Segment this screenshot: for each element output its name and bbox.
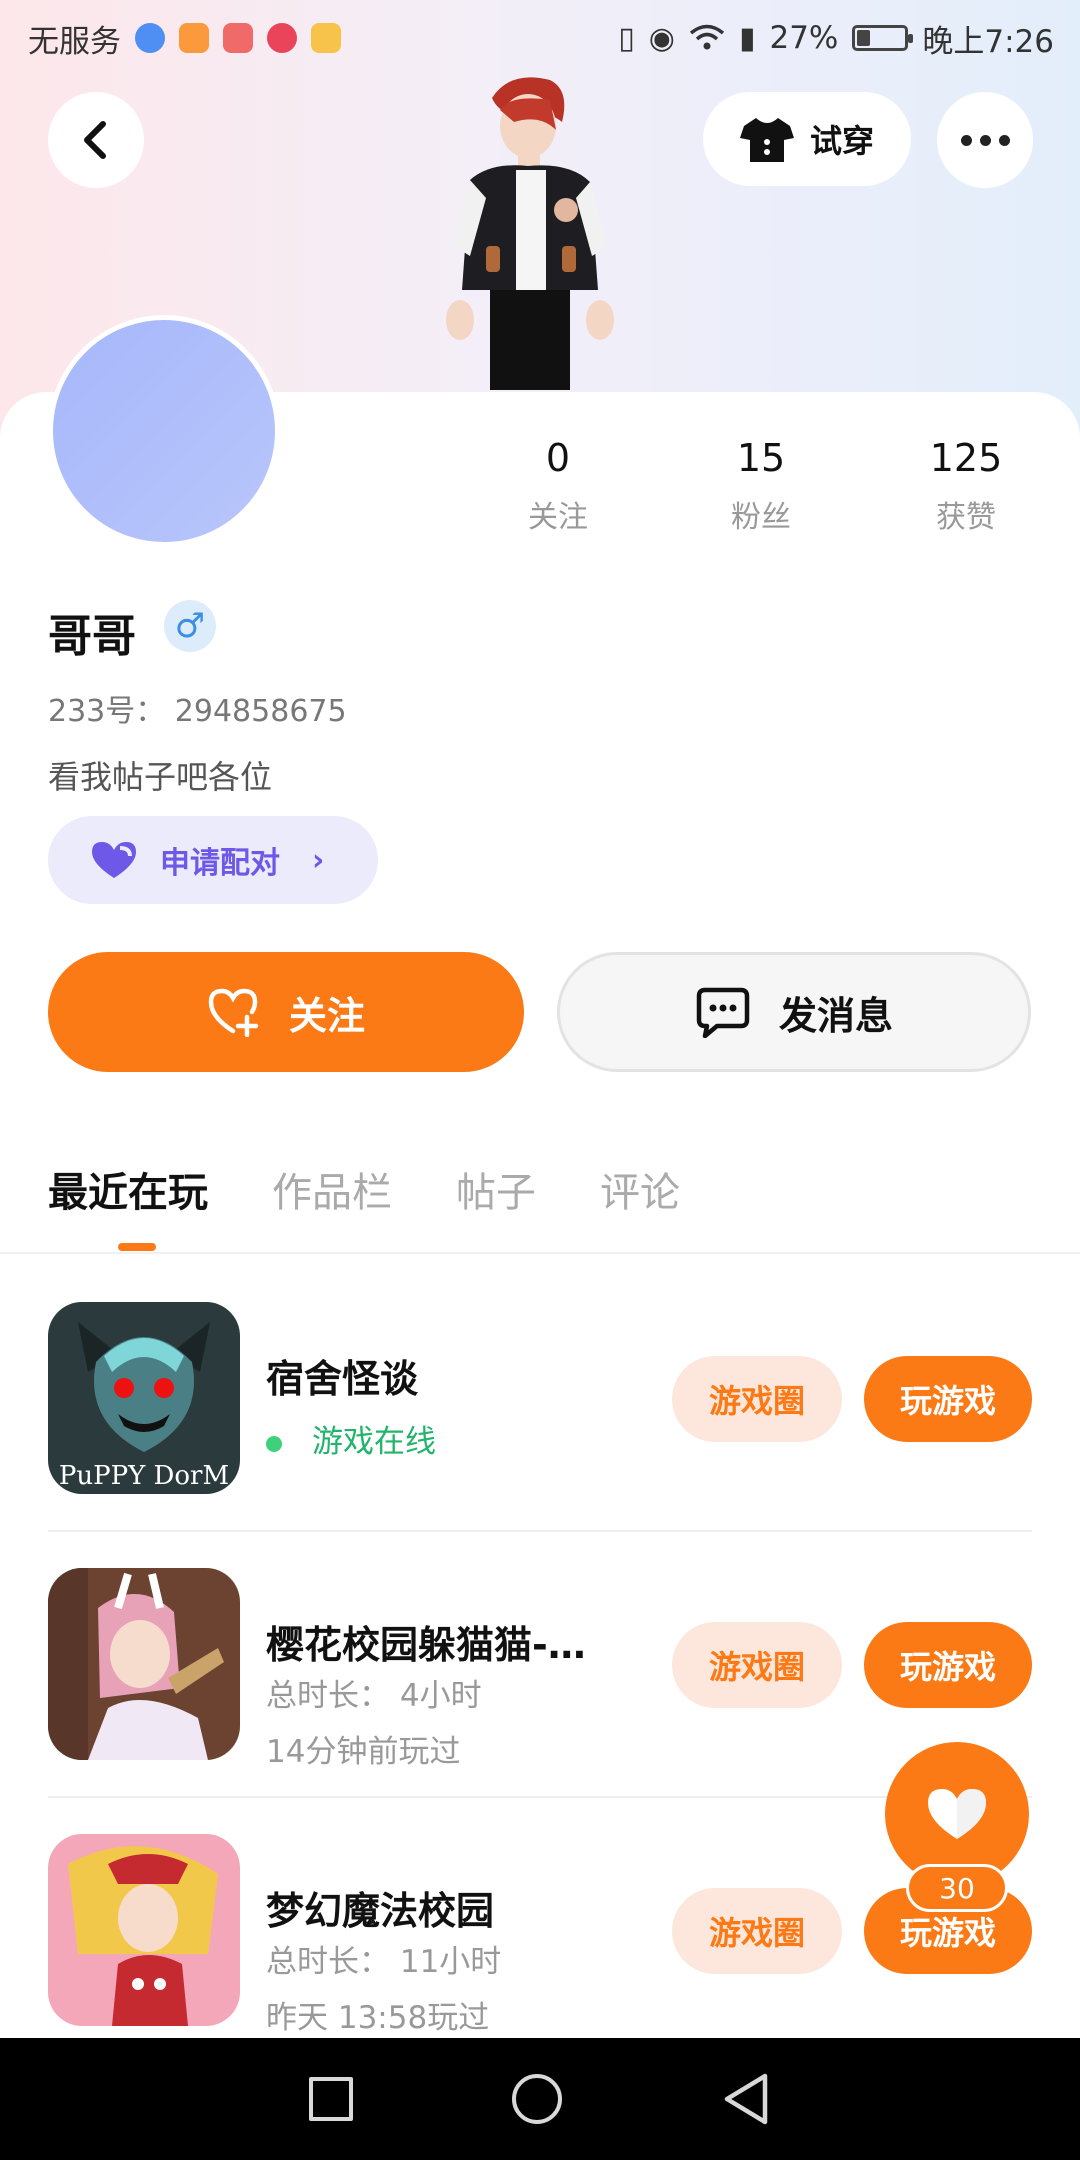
browser-app-icon <box>135 23 165 53</box>
profile-tabs: 最近在玩 作品栏 帖子 评论 <box>48 1160 680 1220</box>
fans-label: 粉丝 <box>731 500 791 535</box>
chat-bubble-icon <box>696 987 750 1038</box>
back-button[interactable] <box>48 92 144 188</box>
tab-works[interactable]: 作品栏 <box>272 1160 392 1220</box>
game-icon-magic-school[interactable] <box>48 1834 240 2026</box>
list-divider <box>48 1796 1032 1798</box>
music-app-icon <box>267 23 297 53</box>
likes-count: 125 <box>929 436 1003 480</box>
tshirt-icon <box>739 118 794 162</box>
wifi-icon <box>689 24 725 50</box>
back-triangle-icon[interactable] <box>721 2072 771 2126</box>
clock: 晚上7:26 <box>922 23 1054 60</box>
heart-icon <box>928 1789 986 1839</box>
tab-recently-played[interactable]: 最近在玩 <box>48 1160 208 1220</box>
game-list-item[interactable]: 樱花校园躲猫猫-… 总时长： 4小时 14分钟前玩过 游戏圈 玩游戏 <box>48 1568 1032 1834</box>
battery-percent: 27% <box>769 20 839 56</box>
game-last-played: 昨天 13:58玩过 <box>266 2000 490 2036</box>
game-circle-button[interactable]: 游戏圈 <box>672 1888 842 1974</box>
stat-fans[interactable]: 15 粉丝 <box>681 432 841 536</box>
game-icon-text: PuPPY DorM <box>59 1461 229 1491</box>
follow-label: 关注 <box>288 993 365 1038</box>
game-last-played: 14分钟前玩过 <box>266 1734 461 1770</box>
stat-likes[interactable]: 125 获赞 <box>886 432 1046 536</box>
play-game-button[interactable]: 玩游戏 <box>864 1356 1032 1442</box>
magic-school-cover <box>48 1834 240 2026</box>
game-duration: 总时长： 11小时 <box>266 1944 502 1980</box>
try-on-button[interactable]: 试穿 <box>703 92 911 186</box>
game-icon-sakura-school[interactable] <box>48 1568 240 1760</box>
game-title: 樱花校园躲猫猫-… <box>266 1623 586 1667</box>
avatar[interactable] <box>48 315 280 547</box>
video-app-icon <box>179 23 209 53</box>
chevron-left-icon <box>84 121 106 159</box>
user-id: 233号： 294858675 <box>48 694 347 729</box>
chevron-right-icon: › <box>312 842 325 878</box>
request-pair-label: 申请配对 <box>160 846 280 881</box>
list-divider <box>48 1530 1032 1532</box>
game-title: 宿舍怪谈 <box>266 1357 419 1401</box>
game-icon-dorm-horror[interactable]: PuPPY DorM <box>48 1302 240 1494</box>
request-pair-button[interactable]: 申请配对 › <box>48 816 378 904</box>
game-list-item[interactable]: PuPPY DorM 宿舍怪谈 游戏在线 游戏圈 玩游戏 <box>48 1302 1032 1568</box>
tab-comments[interactable]: 评论 <box>600 1160 680 1220</box>
vibrate-icon: ▯ <box>618 20 635 56</box>
send-message-button[interactable]: 发消息 <box>557 952 1031 1072</box>
status-right: ▯ ◉ ▮ 27% 晚上7:26 <box>618 16 1054 61</box>
carrier-text: 无服务 <box>28 23 121 60</box>
game-title: 梦幻魔法校园 <box>266 1889 495 1933</box>
try-on-label: 试穿 <box>809 122 874 160</box>
stat-following[interactable]: 0 关注 <box>478 432 638 536</box>
follow-button[interactable]: 关注 <box>48 952 524 1072</box>
tabs-divider <box>0 1252 1080 1254</box>
game-circle-button[interactable]: 游戏圈 <box>672 1622 842 1708</box>
status-left: 无服务 <box>28 16 341 61</box>
eye-icon: ◉ <box>648 20 675 56</box>
home-button[interactable] <box>511 2074 562 2124</box>
active-tab-indicator <box>118 1243 156 1251</box>
heart-icon <box>92 842 136 878</box>
following-label: 关注 <box>528 500 588 535</box>
likes-label: 获赞 <box>936 500 996 535</box>
following-count: 0 <box>545 436 571 480</box>
fans-count: 15 <box>736 436 786 480</box>
send-message-label: 发消息 <box>778 993 893 1038</box>
more-options-button[interactable] <box>937 92 1033 188</box>
recent-apps-button[interactable] <box>309 2077 354 2121</box>
game-circle-button[interactable]: 游戏圈 <box>672 1356 842 1442</box>
tab-posts[interactable]: 帖子 <box>456 1160 536 1220</box>
online-status-icon <box>266 1435 282 1452</box>
more-dot-icon <box>960 134 972 146</box>
store-app-icon <box>223 23 253 53</box>
play-game-button[interactable]: 玩游戏 <box>864 1622 1032 1708</box>
gallery-app-icon <box>311 23 341 53</box>
avatar-character-image <box>446 77 614 390</box>
more-dot-icon <box>979 134 991 146</box>
status-bar: 无服务 ▯ ◉ ▮ 27% 晚上7:26 <box>0 0 1080 76</box>
more-dot-icon <box>998 134 1010 146</box>
bio: 看我帖子吧各位 <box>48 758 273 796</box>
dorm-horror-cover: PuPPY DorM <box>48 1302 240 1494</box>
battery-level <box>857 30 870 46</box>
online-status-text: 游戏在线 <box>312 1424 436 1460</box>
username: 哥哥 <box>48 611 136 662</box>
system-navigation-bar <box>0 2038 1080 2160</box>
battery-icon <box>852 25 914 51</box>
battery-alert-icon: ▮ <box>738 20 756 56</box>
game-status: 游戏在线 <box>266 1416 436 1461</box>
game-duration: 总时长： 4小时 <box>266 1678 482 1714</box>
male-gender-icon: ♂ <box>164 600 216 652</box>
like-count-badge: 30 <box>906 1864 1008 1912</box>
sakura-school-cover <box>48 1568 240 1760</box>
heart-plus-icon <box>208 988 259 1037</box>
